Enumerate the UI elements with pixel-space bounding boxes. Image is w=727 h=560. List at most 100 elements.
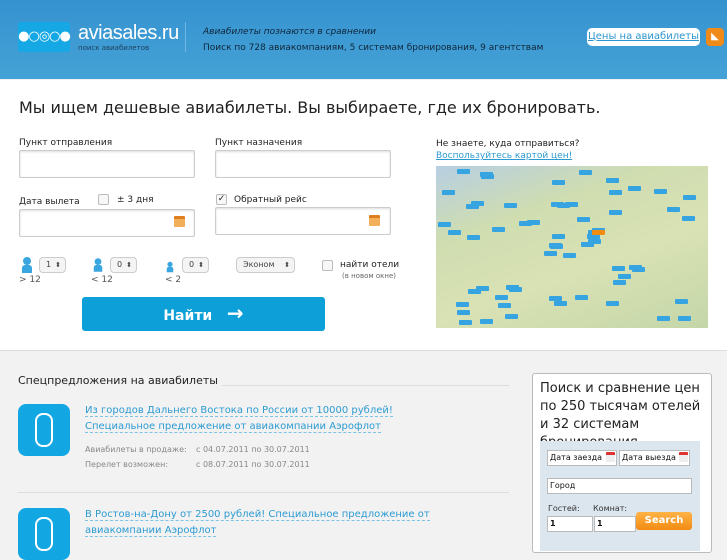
page-title: Мы ищем дешевые авиабилеты. Вы выбираете… [19, 98, 601, 117]
rooms-label: Комнат: [593, 504, 628, 513]
price-marker[interactable] [519, 221, 533, 227]
price-marker[interactable] [471, 200, 485, 206]
price-marker[interactable] [456, 309, 470, 315]
adult-icon [22, 257, 32, 273]
price-marker[interactable] [456, 302, 470, 308]
price-marker[interactable] [562, 252, 576, 258]
infants-select[interactable]: 0 ⬍ [182, 257, 209, 273]
price-marker[interactable] [682, 216, 696, 222]
rooms-input[interactable]: 1 [594, 516, 636, 532]
logo[interactable]: aviasales.ru [78, 22, 179, 45]
price-marker[interactable] [682, 195, 696, 201]
calendar-icon[interactable] [174, 216, 185, 227]
find-hotels-note: (в новом окне) [342, 272, 396, 280]
price-marker[interactable] [574, 294, 588, 300]
price-marker[interactable] [549, 295, 563, 301]
offer-title[interactable]: В Ростов-на-Дону от 2500 рублей! Специал… [85, 509, 430, 537]
children-age-label: < 12 [91, 275, 113, 285]
hotel-search-button[interactable]: Search [636, 512, 692, 530]
children-select[interactable]: 0 ⬍ [110, 257, 137, 273]
offer-link[interactable]: В Ростов-на-Дону от 2500 рублей! Специал… [85, 507, 485, 539]
price-marker[interactable] [479, 171, 493, 177]
ticket-icon[interactable] [18, 404, 70, 456]
price-marker[interactable] [504, 202, 518, 208]
infants-value: 0 [189, 260, 195, 269]
price-marker[interactable] [457, 169, 471, 175]
divider [18, 492, 509, 493]
price-marker[interactable] [495, 294, 509, 300]
price-marker[interactable] [609, 209, 623, 215]
price-marker[interactable] [611, 266, 625, 272]
destination-input[interactable] [215, 150, 391, 178]
offer-title[interactable]: Из городов Дальнего Востока по России от… [85, 405, 393, 433]
price-marker[interactable] [605, 177, 619, 183]
calendar-icon[interactable] [369, 215, 380, 226]
price-marker[interactable] [587, 238, 601, 244]
origin-input[interactable] [19, 150, 195, 178]
origin-label: Пункт отправления [19, 138, 113, 148]
flex-dates-checkbox[interactable] [98, 194, 109, 205]
price-marker[interactable] [628, 265, 642, 271]
calendar-icon[interactable] [606, 452, 615, 462]
price-marker[interactable] [675, 299, 689, 305]
price-marker[interactable] [577, 217, 591, 223]
price-marker[interactable] [448, 229, 462, 235]
find-label: Найти [163, 308, 213, 324]
find-button[interactable]: Найти → [82, 297, 325, 331]
price-marker[interactable] [653, 188, 667, 194]
price-marker[interactable] [467, 234, 481, 240]
price-marker[interactable] [667, 206, 681, 212]
price-marker[interactable] [459, 319, 473, 325]
price-marker[interactable] [627, 186, 641, 192]
infant-icon [166, 261, 174, 273]
price-marker[interactable] [479, 318, 493, 324]
price-marker[interactable] [549, 242, 563, 248]
return-date-input[interactable] [215, 207, 391, 235]
price-marker[interactable] [442, 189, 456, 195]
child-icon [93, 258, 103, 272]
price-marker[interactable] [557, 202, 571, 208]
price-marker[interactable] [437, 221, 451, 227]
return-checkbox[interactable]: ✓ [216, 194, 227, 205]
city-input[interactable]: Город [547, 478, 692, 494]
class-value: Эконом [243, 260, 275, 269]
flight-dates: с 08.07.2011 по 30.07.2011 [196, 460, 310, 469]
calendar-icon[interactable] [679, 452, 688, 462]
price-marker[interactable] [505, 284, 519, 290]
price-marker[interactable] [544, 251, 558, 257]
checkout-label: Дата выезда [622, 453, 676, 462]
price-marker[interactable] [552, 179, 566, 185]
find-hotels-label: найти отели [340, 260, 400, 270]
adults-age-label: > 12 [19, 275, 41, 285]
origin-marker[interactable] [592, 230, 605, 235]
divider [222, 385, 509, 386]
price-marker[interactable] [618, 274, 632, 280]
depart-date-input[interactable] [19, 209, 195, 237]
logo-subtitle: поиск авиабилетов [78, 44, 150, 52]
map-question: Не знаете, куда отправиться? [436, 139, 580, 149]
price-marker[interactable] [657, 316, 671, 322]
price-marker[interactable] [491, 227, 505, 232]
offer-link[interactable]: Из городов Дальнего Востока по России от… [85, 403, 465, 435]
price-marker[interactable] [497, 303, 511, 309]
prices-link[interactable]: Цены на авиабилеты [587, 28, 700, 46]
price-map-link[interactable]: Воспользуйтесь картой цен! [436, 151, 572, 161]
price-marker[interactable] [553, 301, 567, 307]
price-marker[interactable] [678, 316, 692, 322]
price-marker[interactable] [609, 190, 623, 196]
guests-input[interactable]: 1 [547, 516, 593, 532]
price-map[interactable] [436, 166, 708, 328]
price-marker[interactable] [504, 314, 518, 320]
tagline: Авиабилеты познаются в сравнении [203, 27, 376, 37]
price-marker[interactable] [552, 234, 566, 240]
price-marker[interactable] [468, 288, 482, 294]
aviasales-logo-icon[interactable]: ●○◎○● [18, 22, 71, 52]
rss-icon[interactable]: ◣ [706, 28, 724, 46]
price-marker[interactable] [612, 280, 626, 286]
price-marker[interactable] [606, 300, 620, 306]
adults-select[interactable]: 1 ⬍ [39, 257, 66, 273]
class-select[interactable]: Эконом ⬍ [236, 257, 295, 273]
price-marker[interactable] [579, 169, 593, 175]
ticket-icon[interactable] [18, 508, 70, 560]
find-hotels-checkbox[interactable] [322, 260, 333, 271]
